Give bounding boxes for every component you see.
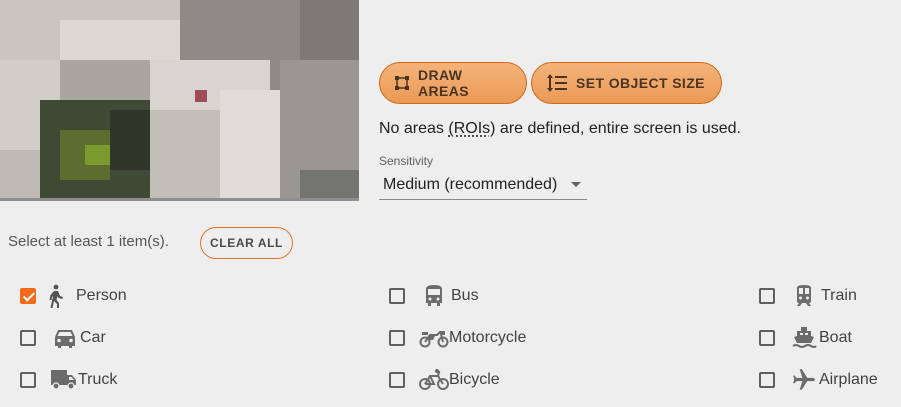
object-label: Bus <box>451 287 479 304</box>
object-label: Bicycle <box>449 371 500 388</box>
object-item-bus[interactable]: Bus <box>389 282 479 310</box>
roi-abbreviation: (ROIs) <box>448 120 496 137</box>
sensitivity-select[interactable]: Medium (recommended) <box>379 170 587 200</box>
person-walking-icon <box>42 283 68 309</box>
object-label: Car <box>80 329 106 346</box>
sensitivity-label: Sensitivity <box>379 154 434 168</box>
airplane-icon <box>791 367 817 393</box>
truck-icon <box>50 367 78 393</box>
object-item-car[interactable]: Car <box>20 324 106 352</box>
object-item-bicycle[interactable]: Bicycle <box>389 366 500 394</box>
object-item-truck[interactable]: Truck <box>20 366 117 394</box>
car-icon <box>52 325 78 351</box>
object-item-boat[interactable]: Boat <box>759 324 852 352</box>
camera-preview-image <box>0 0 359 201</box>
motorcycle-checkbox[interactable] <box>389 330 405 346</box>
chevron-down-icon <box>571 182 581 187</box>
airplane-checkbox[interactable] <box>759 372 775 388</box>
draw-areas-label: DRAW AREAS <box>418 67 470 99</box>
object-item-person[interactable]: Person <box>20 282 127 310</box>
boat-icon <box>791 325 817 351</box>
roi-status-text: No areas (ROIs) are defined, entire scre… <box>379 120 741 137</box>
clear-all-button[interactable]: CLEAR ALL <box>200 227 293 259</box>
boat-checkbox[interactable] <box>759 330 775 346</box>
set-object-size-button[interactable]: SET OBJECT SIZE <box>531 62 722 104</box>
object-label: Airplane <box>819 371 878 388</box>
draw-areas-icon <box>395 76 409 90</box>
object-label: Boat <box>819 329 852 346</box>
object-item-airplane[interactable]: Airplane <box>759 366 878 394</box>
motorcycle-icon <box>419 325 449 351</box>
object-size-icon <box>547 74 567 92</box>
set-object-size-label: SET OBJECT SIZE <box>576 75 705 91</box>
object-label: Motorcycle <box>449 329 527 346</box>
truck-checkbox[interactable] <box>20 372 36 388</box>
car-checkbox[interactable] <box>20 330 36 346</box>
object-item-train[interactable]: Train <box>759 282 857 310</box>
person-checkbox[interactable] <box>20 288 36 304</box>
bus-icon <box>421 283 447 309</box>
object-item-motorcycle[interactable]: Motorcycle <box>389 324 526 352</box>
object-label: Person <box>76 287 127 304</box>
bicycle-icon <box>419 367 449 393</box>
train-checkbox[interactable] <box>759 288 775 304</box>
draw-areas-button[interactable]: DRAW AREAS <box>379 62 527 104</box>
train-icon <box>791 283 817 309</box>
object-label: Truck <box>78 371 118 388</box>
bicycle-checkbox[interactable] <box>389 372 405 388</box>
bus-checkbox[interactable] <box>389 288 405 304</box>
object-label: Train <box>821 287 857 304</box>
selection-hint: Select at least 1 item(s). <box>8 233 169 250</box>
sensitivity-value: Medium (recommended) <box>383 176 558 193</box>
